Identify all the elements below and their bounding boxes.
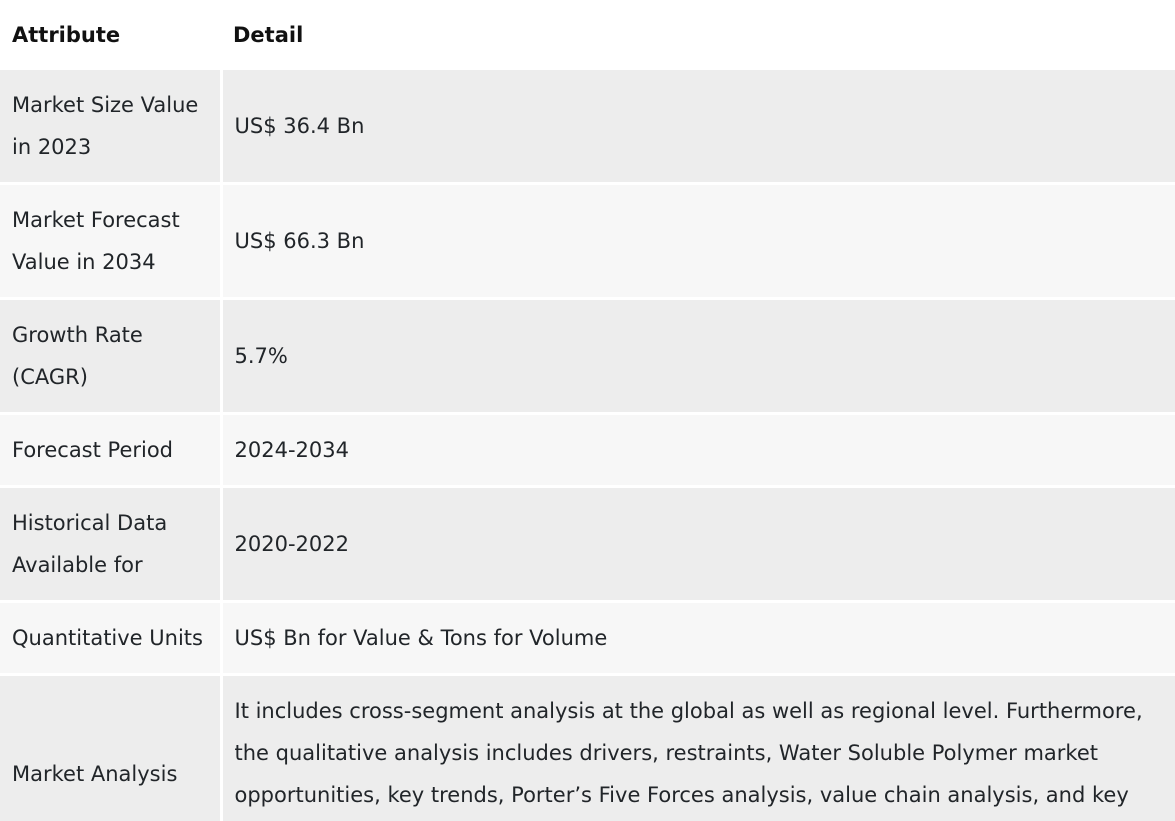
table-row: Growth Rate (CAGR) 5.7% — [0, 298, 1175, 415]
table-row: Market Size Value in 2023 US$ 36.4 Bn — [0, 70, 1175, 185]
detail-cell: US$ 66.3 Bn — [221, 183, 1175, 300]
column-header-detail: Detail — [221, 0, 1175, 70]
attribute-cell: Historical Data Available for — [0, 486, 223, 603]
attribute-cell: Growth Rate (CAGR) — [0, 298, 223, 415]
table-row: Historical Data Available for 2020-2022 — [0, 486, 1175, 603]
table-row: Quantitative Units US$ Bn for Value & To… — [0, 601, 1175, 676]
detail-cell: It includes cross-segment analysis at th… — [221, 674, 1175, 821]
table-row: Market Forecast Value in 2034 US$ 66.3 B… — [0, 183, 1175, 300]
attribute-cell: Market Forecast Value in 2034 — [0, 183, 223, 300]
detail-cell: US$ 36.4 Bn — [221, 70, 1175, 185]
attribute-cell: Market Analysis — [0, 674, 223, 821]
attribute-cell: Market Size Value in 2023 — [0, 70, 223, 185]
table-row: Market Analysis It includes cross-segmen… — [0, 674, 1175, 821]
table-row: Forecast Period 2024-2034 — [0, 413, 1175, 488]
table-header-row: Attribute Detail — [0, 0, 1175, 70]
attribute-cell: Quantitative Units — [0, 601, 223, 676]
market-attributes-table: Attribute Detail Market Size Value in 20… — [0, 0, 1175, 821]
detail-cell: US$ Bn for Value & Tons for Volume — [221, 601, 1175, 676]
attribute-cell: Forecast Period — [0, 413, 223, 488]
column-header-attribute: Attribute — [0, 0, 221, 70]
detail-cell: 5.7% — [221, 298, 1175, 415]
detail-cell: 2020-2022 — [221, 486, 1175, 603]
detail-cell: 2024-2034 — [221, 413, 1175, 488]
